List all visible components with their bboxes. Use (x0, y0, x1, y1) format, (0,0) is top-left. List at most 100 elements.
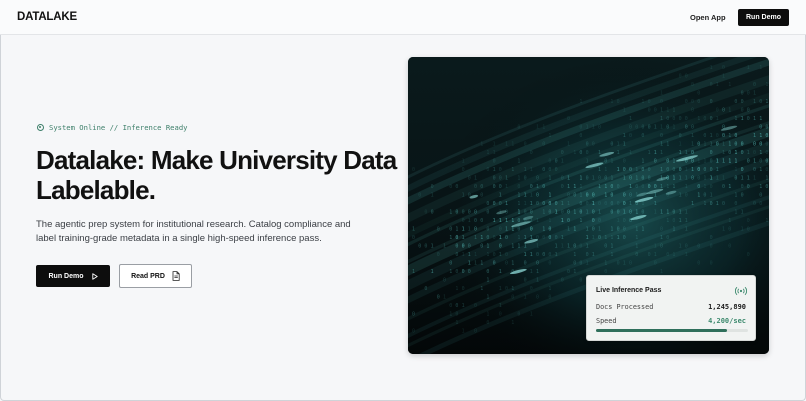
svg-text:0: 0 (660, 99, 663, 105)
svg-text:1: 1 (499, 269, 502, 275)
svg-text:0: 0 (542, 142, 545, 148)
svg-text:0: 0 (542, 235, 545, 241)
svg-text:1: 1 (468, 261, 471, 267)
svg-text:0: 0 (759, 142, 762, 148)
svg-text:0: 0 (579, 133, 582, 139)
svg-text:0: 0 (641, 184, 644, 190)
svg-text:0: 0 (741, 193, 744, 199)
svg-text:1: 1 (672, 252, 675, 258)
svg-text:0: 0 (685, 99, 688, 105)
svg-text:1: 1 (548, 218, 551, 224)
svg-text:0: 0 (455, 312, 458, 318)
svg-text:1: 1 (505, 218, 508, 224)
svg-text:1: 1 (449, 269, 452, 275)
svg-text:1: 1 (486, 252, 489, 258)
svg-text:0: 0 (716, 108, 719, 114)
svg-text:1: 1 (654, 150, 657, 156)
svg-text:0: 0 (536, 261, 539, 267)
svg-text:1: 1 (610, 159, 613, 165)
svg-text:1: 1 (672, 108, 675, 114)
svg-text:1: 1 (449, 235, 452, 241)
svg-text:1: 1 (517, 244, 520, 250)
run-demo-button[interactable]: Run Demo (36, 265, 110, 287)
svg-text:1: 1 (524, 244, 527, 250)
svg-text:1: 1 (629, 201, 632, 207)
svg-text:0: 0 (747, 252, 750, 258)
svg-text:0: 0 (617, 201, 620, 207)
svg-text:0: 0 (468, 269, 471, 275)
svg-text:1: 1 (753, 159, 756, 165)
svg-text:0: 0 (437, 227, 440, 233)
svg-text:1: 1 (716, 82, 719, 88)
svg-text:1: 1 (443, 244, 446, 250)
svg-text:1: 1 (412, 269, 415, 275)
svg-text:0: 0 (734, 201, 737, 207)
svg-text:0: 0 (610, 193, 613, 199)
svg-text:0: 0 (666, 159, 669, 165)
svg-text:1: 1 (462, 303, 465, 309)
svg-text:0: 0 (697, 91, 700, 97)
svg-text:1: 1 (499, 193, 502, 199)
svg-text:0: 0 (641, 210, 644, 216)
svg-text:0: 0 (679, 116, 682, 122)
svg-text:1: 1 (499, 235, 502, 241)
svg-text:0: 0 (672, 167, 675, 173)
svg-text:1: 1 (654, 252, 657, 258)
header-run-demo-button[interactable]: Run Demo (738, 9, 789, 26)
svg-text:1: 1 (468, 227, 471, 233)
svg-text:1: 1 (567, 227, 570, 233)
svg-text:0: 0 (579, 261, 582, 267)
svg-text:0: 0 (548, 201, 551, 207)
svg-text:0: 0 (666, 116, 669, 122)
brand-logo[interactable]: DATALAKE (17, 11, 77, 23)
svg-text:1: 1 (691, 142, 694, 148)
svg-text:0: 0 (641, 133, 644, 139)
svg-text:1: 1 (530, 312, 533, 318)
svg-text:0: 0 (648, 167, 651, 173)
svg-text:1: 1 (530, 269, 533, 275)
svg-text:0: 0 (722, 108, 725, 114)
svg-text:1: 1 (635, 210, 638, 216)
svg-text:0: 0 (455, 244, 458, 250)
svg-text:0: 0 (648, 184, 651, 190)
svg-text:0: 0 (623, 218, 626, 224)
svg-text:0: 0 (530, 150, 533, 156)
svg-text:1: 1 (505, 227, 508, 233)
svg-text:1: 1 (747, 150, 750, 156)
svg-text:1: 1 (734, 210, 737, 216)
svg-text:1: 1 (468, 218, 471, 224)
svg-text:0: 0 (486, 210, 489, 216)
svg-text:1: 1 (536, 278, 539, 284)
svg-text:1: 1 (524, 235, 527, 241)
svg-text:0: 0 (685, 116, 688, 122)
svg-text:1: 1 (728, 108, 731, 114)
progress-fill (596, 329, 727, 332)
svg-text:0: 0 (486, 320, 489, 326)
svg-text:1: 1 (573, 150, 576, 156)
svg-text:1: 1 (728, 82, 731, 88)
svg-text:0: 0 (437, 252, 440, 258)
open-app-link[interactable]: Open App (690, 13, 726, 22)
svg-text:1: 1 (486, 312, 489, 318)
svg-text:1: 1 (586, 159, 589, 165)
svg-text:1: 1 (493, 150, 496, 156)
svg-text:0: 0 (567, 218, 570, 224)
svg-text:0: 0 (499, 184, 502, 190)
svg-text:1: 1 (536, 244, 539, 250)
svg-text:0: 0 (493, 184, 496, 190)
svg-text:0: 0 (617, 210, 620, 216)
hero-description: The agentic prep system for institutiona… (36, 219, 351, 244)
svg-text:1: 1 (555, 252, 558, 258)
svg-text:1: 1 (493, 167, 496, 173)
svg-text:1: 1 (691, 167, 694, 173)
svg-text:0: 0 (765, 150, 768, 156)
document-icon (172, 271, 180, 281)
svg-text:0: 0 (462, 167, 465, 173)
svg-text:1: 1 (567, 176, 570, 182)
svg-text:1: 1 (716, 176, 719, 182)
read-prd-button[interactable]: Read PRD (119, 264, 192, 288)
svg-text:1: 1 (573, 269, 576, 275)
svg-text:1: 1 (629, 150, 632, 156)
svg-text:0: 0 (517, 312, 520, 318)
svg-text:1: 1 (741, 116, 744, 122)
